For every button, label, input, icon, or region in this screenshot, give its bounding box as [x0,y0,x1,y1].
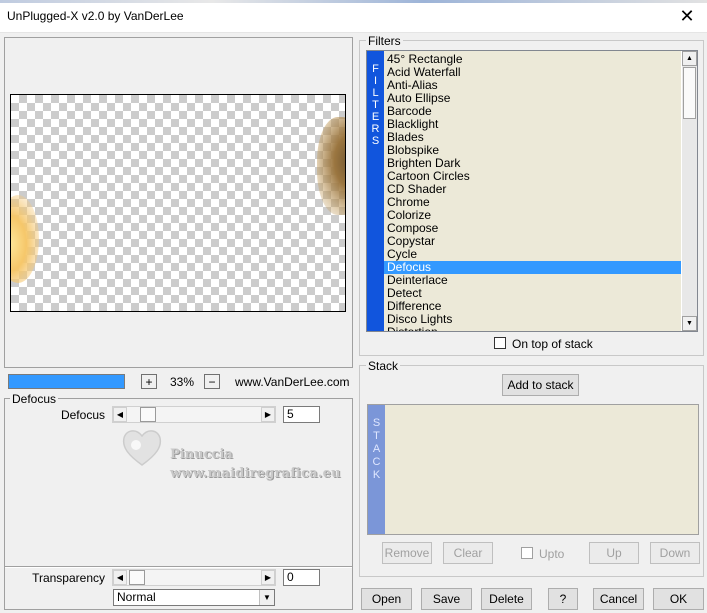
zoom-in-button[interactable]: + [141,374,157,389]
filters-side-letter: R [371,123,380,135]
chevron-down-icon[interactable]: ▼ [259,590,274,605]
blend-mode-select[interactable]: Normal ▼ [113,589,275,606]
chevron-left-icon[interactable]: ◀ [113,407,127,422]
scroll-down-icon[interactable]: ▼ [682,316,697,331]
cancel-button[interactable]: Cancel [593,588,644,610]
clear-button[interactable]: Clear [443,542,493,564]
filters-scrollbar[interactable]: ▲ ▼ [681,51,697,331]
on-top-checkbox[interactable] [494,337,506,349]
zoom-out-button[interactable]: − [204,374,220,389]
filters-list[interactable]: FILTERS 45° Rectangle Acid Waterfall Anti-… [366,50,698,332]
background-strip [0,0,707,3]
parameters-group-label: Defocus [10,392,59,406]
add-to-stack-button[interactable]: Add to stack [502,374,579,396]
upto-checkbox[interactable] [521,547,533,559]
stack-side-letter: S [372,417,381,429]
filters-side-letter: E [371,111,380,123]
filters-side-letter: S [371,135,380,147]
window-title: UnPlugged-X v2.0 by VanDerLee [7,9,184,23]
down-button[interactable]: Down [650,542,700,564]
stack-side-letter: K [372,469,381,481]
filters-side-banner: FILTERS [367,51,384,331]
progress-bar [8,374,125,389]
filters-items: 45° Rectangle Acid Waterfall Anti-Alias Aut… [384,51,682,331]
filters-side-letter: T [372,99,379,111]
stack-side-banner: STACK [368,405,385,534]
stack-list[interactable]: STACK [367,404,699,535]
blend-mode-value: Normal [117,590,156,604]
defocus-value-field[interactable]: 5 [283,406,320,423]
preview-image[interactable] [10,94,346,312]
divider [5,566,352,568]
upto-label: Upto [539,547,565,561]
chevron-left-icon[interactable]: ◀ [113,570,127,585]
delete-button[interactable]: Delete [481,588,532,610]
transparency-label: Transparency [32,571,105,585]
filter-item[interactable]: Deinterlace [384,274,682,287]
filter-item[interactable]: Blacklight [384,118,682,131]
filters-group-label: Filters [366,34,403,48]
watermark-site: www.maidiregrafica.eu [170,466,341,481]
defocus-slider-thumb[interactable] [140,407,156,422]
defocus-label: Defocus [60,408,105,422]
remove-button[interactable]: Remove [382,542,432,564]
scrollbar-thumb[interactable] [683,67,696,119]
transparency-slider-thumb[interactable] [129,570,145,585]
stack-group-label: Stack [366,359,401,373]
help-button[interactable]: ? [548,588,578,610]
stack-side-letter: C [372,456,381,468]
heart-icon [122,430,162,466]
zoom-level: 33% [170,375,195,389]
preview-blob-left [11,195,39,283]
preview-blob-right [317,117,345,215]
up-button[interactable]: Up [589,542,639,564]
chevron-right-icon[interactable]: ▶ [261,407,275,422]
defocus-slider[interactable]: ◀ ▶ [112,406,276,423]
scroll-up-icon[interactable]: ▲ [682,51,697,66]
close-icon: ✕ [679,6,695,26]
open-button[interactable]: Open [361,588,412,610]
chevron-right-icon[interactable]: ▶ [261,570,275,585]
close-button[interactable]: ✕ [667,0,707,33]
stack-side-letter: T [373,430,380,442]
filter-item[interactable]: Distortion [384,326,682,332]
title-bar: UnPlugged-X v2.0 by VanDerLee ✕ [0,0,707,33]
save-button[interactable]: Save [421,588,472,610]
ok-button[interactable]: OK [653,588,704,610]
watermark-name: Pinuccia [170,447,233,462]
filters-side-letter: F [372,63,379,75]
filters-side-letter: I [373,75,378,87]
website-label: www.VanDerLee.com [235,375,350,389]
transparency-value-field[interactable]: 0 [283,569,320,586]
filter-item[interactable]: Copystar [384,235,682,248]
stack-side-letter: A [372,443,381,455]
on-top-label: On top of stack [512,337,593,351]
filters-side-letter: L [372,87,379,99]
transparency-slider[interactable]: ◀ ▶ [112,569,276,586]
